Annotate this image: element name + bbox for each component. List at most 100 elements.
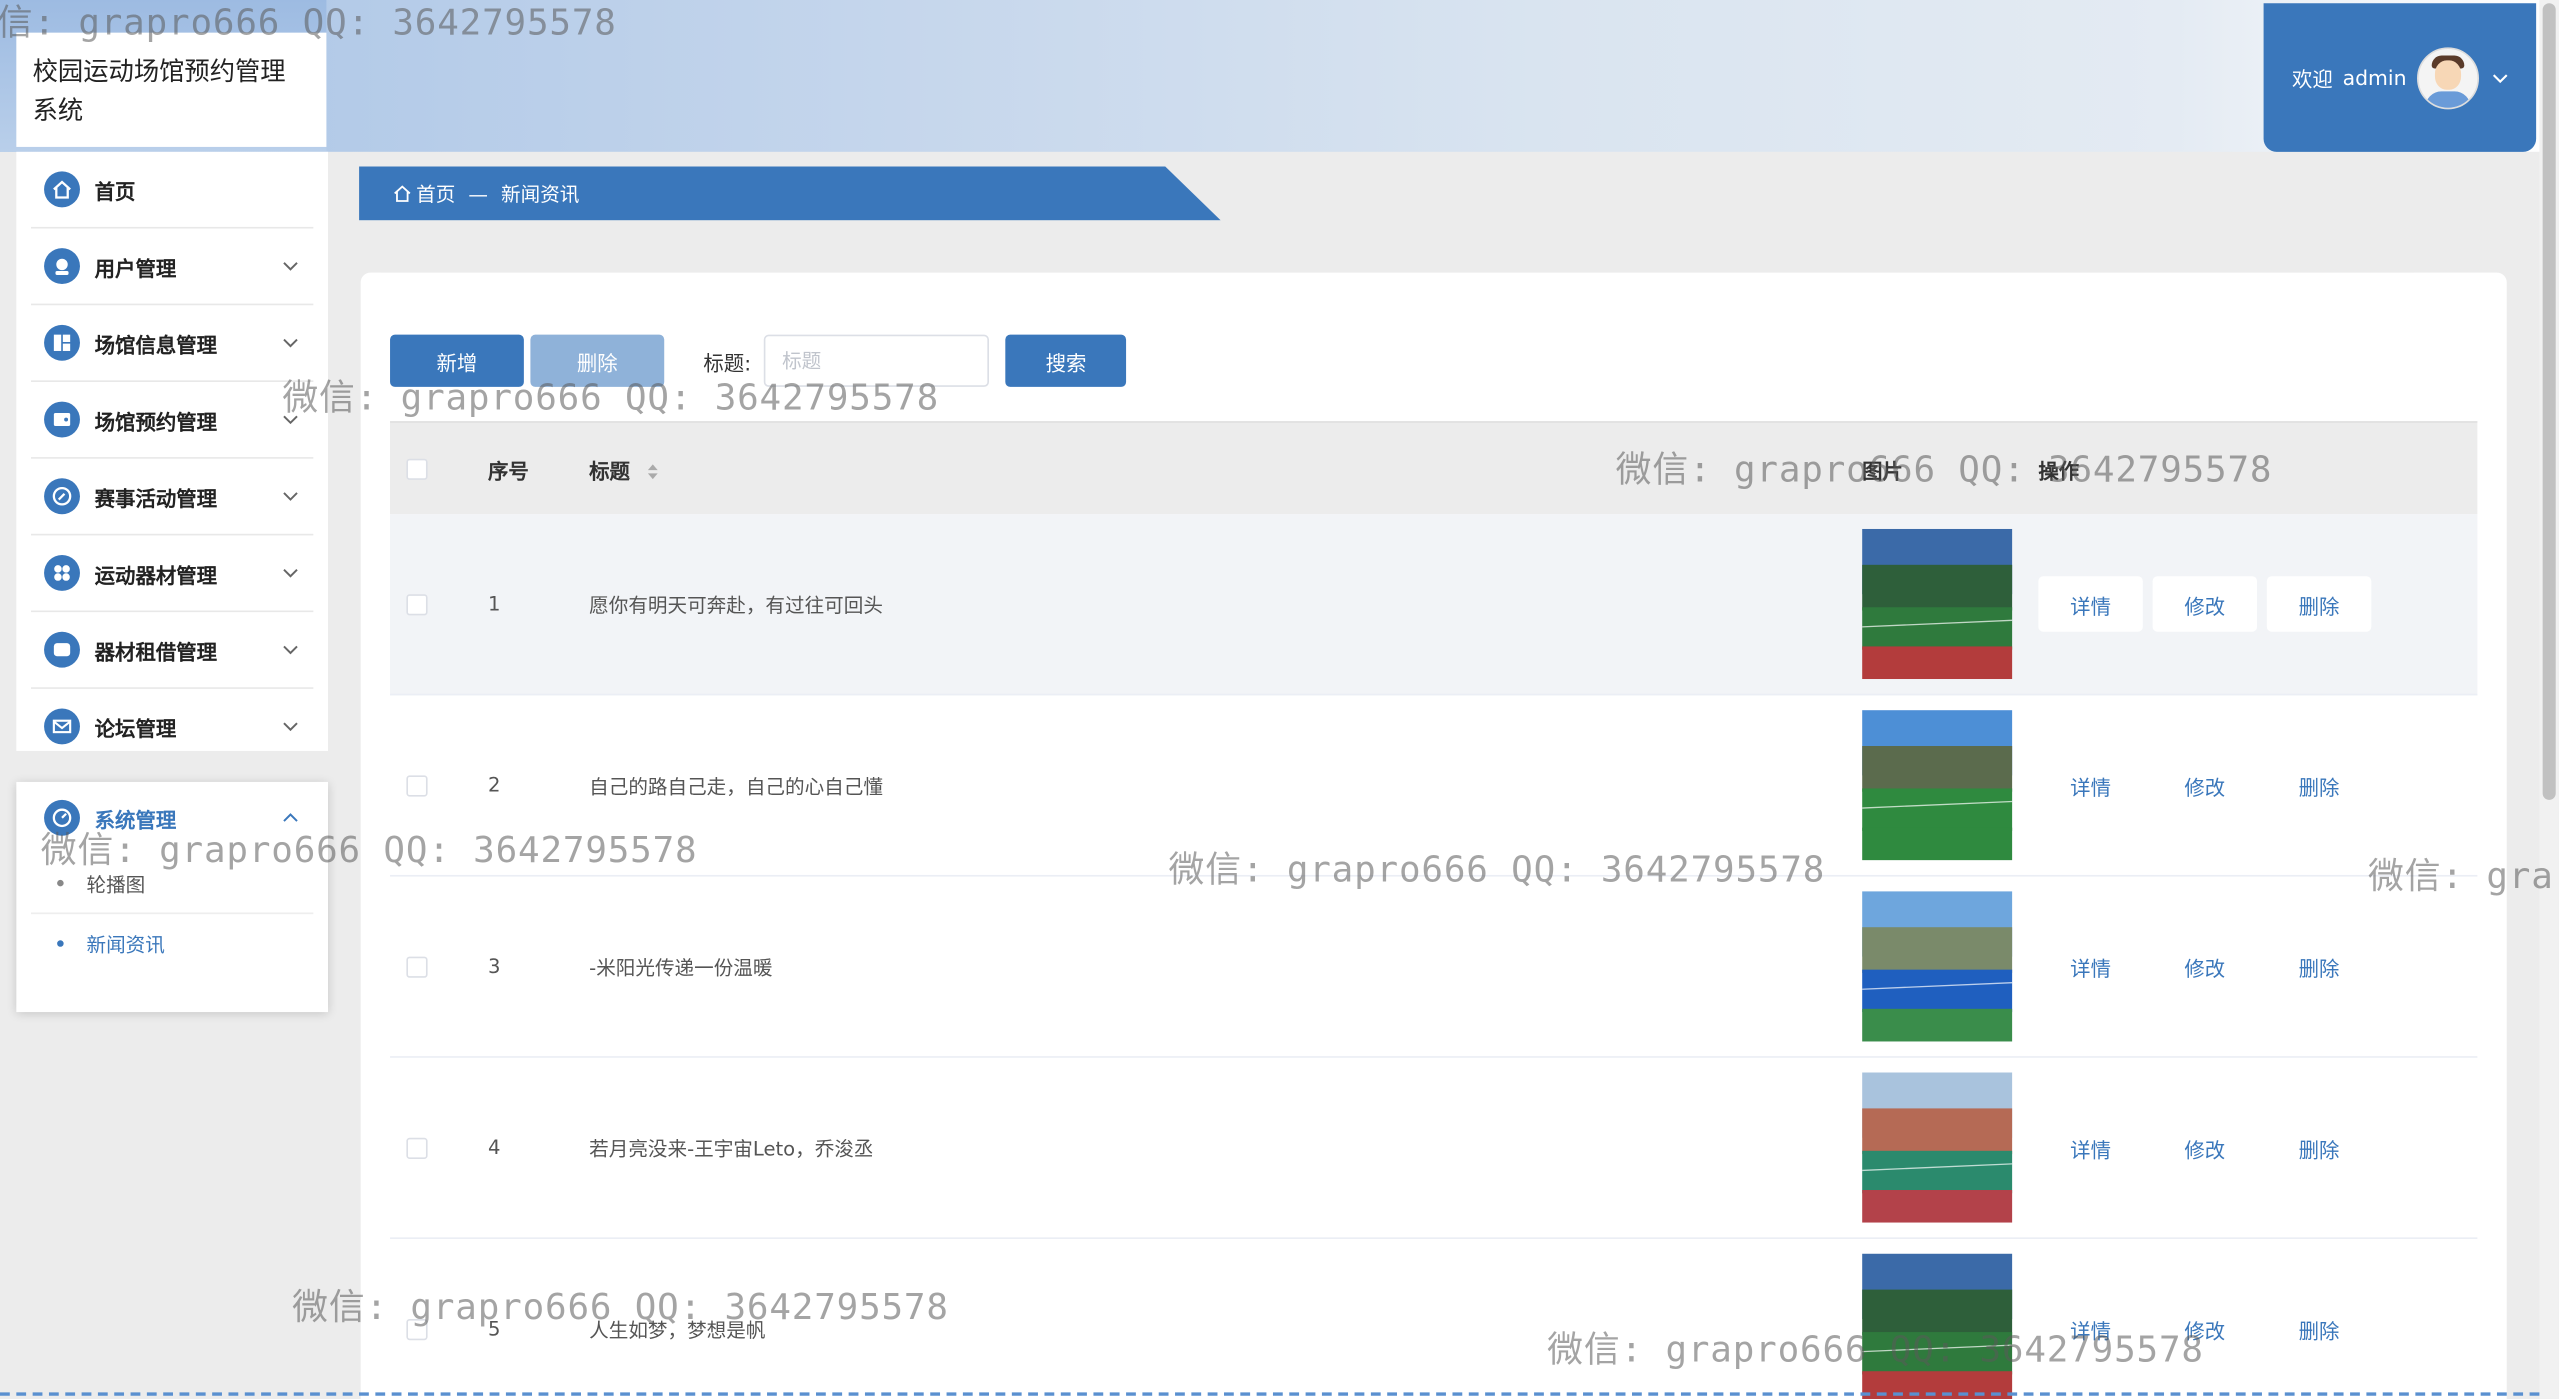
sports-field-photo-2 bbox=[1862, 710, 2013, 861]
breadcrumb-home[interactable]: 首页 bbox=[416, 180, 455, 208]
chevron-down-icon[interactable] bbox=[2491, 69, 2507, 85]
search-button[interactable]: 搜索 bbox=[1005, 334, 1127, 387]
table-row: 4 若月亮没来-王宇宙Leto，乔浚丞 详情 修改 删除 bbox=[390, 1058, 2478, 1239]
edit-button[interactable]: 修改 bbox=[2153, 1301, 2257, 1357]
user-menu[interactable]: 欢迎 admin bbox=[2263, 3, 2537, 152]
sidebar-item-label: 赛事活动管理 bbox=[94, 485, 218, 511]
header-ops: 操作 bbox=[2038, 457, 2080, 483]
row-index: 1 bbox=[487, 592, 501, 616]
detail-button[interactable]: 详情 bbox=[2038, 1301, 2142, 1357]
welcome-text: 欢迎 bbox=[2291, 66, 2333, 92]
batch-delete-button[interactable]: 删除 bbox=[530, 334, 665, 387]
username: admin bbox=[2342, 65, 2407, 90]
avatar[interactable] bbox=[2416, 46, 2479, 109]
user-icon bbox=[44, 248, 80, 285]
sidebar-item-equipment[interactable]: 运动器材管理 bbox=[31, 535, 314, 613]
sidebar-item-label: 用户管理 bbox=[94, 255, 177, 280]
row-index: 5 bbox=[487, 1317, 501, 1341]
delete-button[interactable]: 删除 bbox=[2267, 1301, 2371, 1357]
sort-icon[interactable] bbox=[647, 462, 660, 482]
sidebar-item-label: 系统管理 bbox=[94, 807, 177, 832]
chevron-down-icon bbox=[283, 262, 298, 271]
sidebar-subitem-label: 新闻资讯 bbox=[86, 932, 165, 956]
row-checkbox[interactable] bbox=[406, 1136, 428, 1159]
delete-button[interactable]: 删除 bbox=[2267, 939, 2371, 995]
table-row: 1 愿你有明天可奔赴，有过往可回头 详情 修改 删除 bbox=[390, 514, 2478, 696]
sidebar-item-venue-info[interactable]: 场馆信息管理 bbox=[31, 305, 314, 382]
detail-button[interactable]: 详情 bbox=[2038, 757, 2142, 813]
home-icon bbox=[394, 185, 411, 202]
row-title: 若月亮没来-王宇宙Leto，乔浚丞 bbox=[589, 1136, 874, 1160]
sidebar-subitem-carousel[interactable]: 轮播图 bbox=[31, 854, 314, 915]
page-bottom-border bbox=[0, 1392, 2540, 1396]
delete-button[interactable]: 删除 bbox=[2267, 1120, 2371, 1176]
row-title: 愿你有明天可奔赴，有过往可回头 bbox=[589, 593, 883, 617]
row-index: 4 bbox=[487, 1136, 501, 1160]
row-index: 2 bbox=[487, 773, 501, 797]
title-search-input[interactable] bbox=[764, 334, 990, 387]
edit-button[interactable]: 修改 bbox=[2153, 939, 2257, 995]
sidebar-subitem-label: 轮播图 bbox=[86, 872, 146, 896]
breadcrumb: 首页 — 新闻资讯 bbox=[359, 166, 1221, 221]
sidebar: 首页 用户管理 场馆信息管理 场馆预约管理 赛事活动管理 运动器材管理 器材租借… bbox=[16, 151, 329, 751]
app-title: 校园运动场馆预约管理系统 bbox=[16, 32, 327, 147]
sidebar-item-events[interactable]: 赛事活动管理 bbox=[31, 459, 314, 536]
delete-button[interactable]: 删除 bbox=[2267, 757, 2371, 813]
vertical-scrollbar[interactable] bbox=[2539, 0, 2559, 1399]
header-image: 图片 bbox=[1862, 457, 1903, 483]
mail-icon bbox=[44, 708, 80, 745]
edit-button[interactable]: 修改 bbox=[2153, 1120, 2257, 1176]
select-all-checkbox[interactable] bbox=[406, 457, 428, 480]
detail-button[interactable]: 详情 bbox=[2038, 576, 2143, 632]
edit-button[interactable]: 修改 bbox=[2152, 576, 2258, 632]
scrollbar-thumb[interactable] bbox=[2542, 3, 2556, 800]
sidebar-item-users[interactable]: 用户管理 bbox=[31, 229, 314, 306]
chevron-down-icon bbox=[283, 722, 298, 732]
header-title[interactable]: 标题 bbox=[589, 453, 1862, 484]
sports-field-photo-3 bbox=[1862, 891, 2013, 1042]
title-filter-label: 标题: bbox=[703, 350, 752, 375]
header-index: 序号 bbox=[487, 457, 529, 483]
table-header: 序号 标题 图片 操作 bbox=[390, 421, 2478, 515]
grid-icon bbox=[44, 324, 80, 361]
sidebar-item-home[interactable]: 首页 bbox=[31, 152, 314, 229]
sidebar-item-label: 场馆信息管理 bbox=[94, 332, 218, 357]
sidebar-item-system[interactable]: 系统管理 bbox=[31, 782, 313, 854]
row-checkbox[interactable] bbox=[406, 774, 428, 796]
row-index: 3 bbox=[487, 954, 501, 978]
table-row: 3 -米阳光传递一份温暖 详情 修改 删除 bbox=[390, 877, 2478, 1058]
home-icon bbox=[44, 171, 80, 208]
wallet-icon bbox=[44, 401, 80, 438]
sports-field-photo-5 bbox=[1862, 1253, 2013, 1399]
card-icon bbox=[44, 631, 80, 668]
add-button[interactable]: 新增 bbox=[390, 334, 524, 387]
chevron-down-icon bbox=[283, 569, 298, 578]
sidebar-item-label: 运动器材管理 bbox=[94, 562, 218, 587]
row-checkbox[interactable] bbox=[406, 593, 428, 615]
chevron-down-icon bbox=[283, 338, 298, 348]
chevron-down-icon bbox=[283, 415, 298, 425]
delete-button[interactable]: 删除 bbox=[2266, 576, 2372, 632]
sidebar-item-label: 论坛管理 bbox=[94, 715, 177, 741]
breadcrumb-current: 新闻资讯 bbox=[501, 182, 580, 206]
row-checkbox[interactable] bbox=[406, 955, 428, 977]
sidebar-item-label: 场馆预约管理 bbox=[94, 408, 218, 434]
row-title: 人生如梦，梦想是帆 bbox=[589, 1318, 766, 1342]
sidebar-subitem-news[interactable]: 新闻资讯 bbox=[31, 914, 313, 973]
chevron-down-icon bbox=[283, 492, 298, 501]
row-checkbox[interactable] bbox=[406, 1318, 428, 1340]
sidebar-item-rental[interactable]: 器材租借管理 bbox=[31, 612, 314, 689]
compass-icon bbox=[44, 478, 80, 515]
table-row: 5 人生如梦，梦想是帆 详情 修改 删除 bbox=[390, 1239, 2477, 1399]
edit-button[interactable]: 修改 bbox=[2153, 757, 2257, 813]
detail-button[interactable]: 详情 bbox=[2038, 1120, 2142, 1176]
sidebar-item-venue-booking[interactable]: 场馆预约管理 bbox=[31, 382, 314, 459]
row-title: 自己的路自己走，自己的心自己懂 bbox=[589, 774, 883, 798]
detail-button[interactable]: 详情 bbox=[2038, 939, 2142, 995]
chevron-up-icon bbox=[283, 813, 298, 822]
breadcrumb-separator: — bbox=[468, 182, 488, 205]
sidebar-item-forum[interactable]: 论坛管理 bbox=[31, 689, 313, 764]
sidebar-item-label: 首页 bbox=[94, 178, 136, 204]
sports-field-photo-4 bbox=[1862, 1072, 2013, 1223]
sidebar-system-menu: 系统管理 轮播图 新闻资讯 bbox=[16, 781, 329, 1013]
